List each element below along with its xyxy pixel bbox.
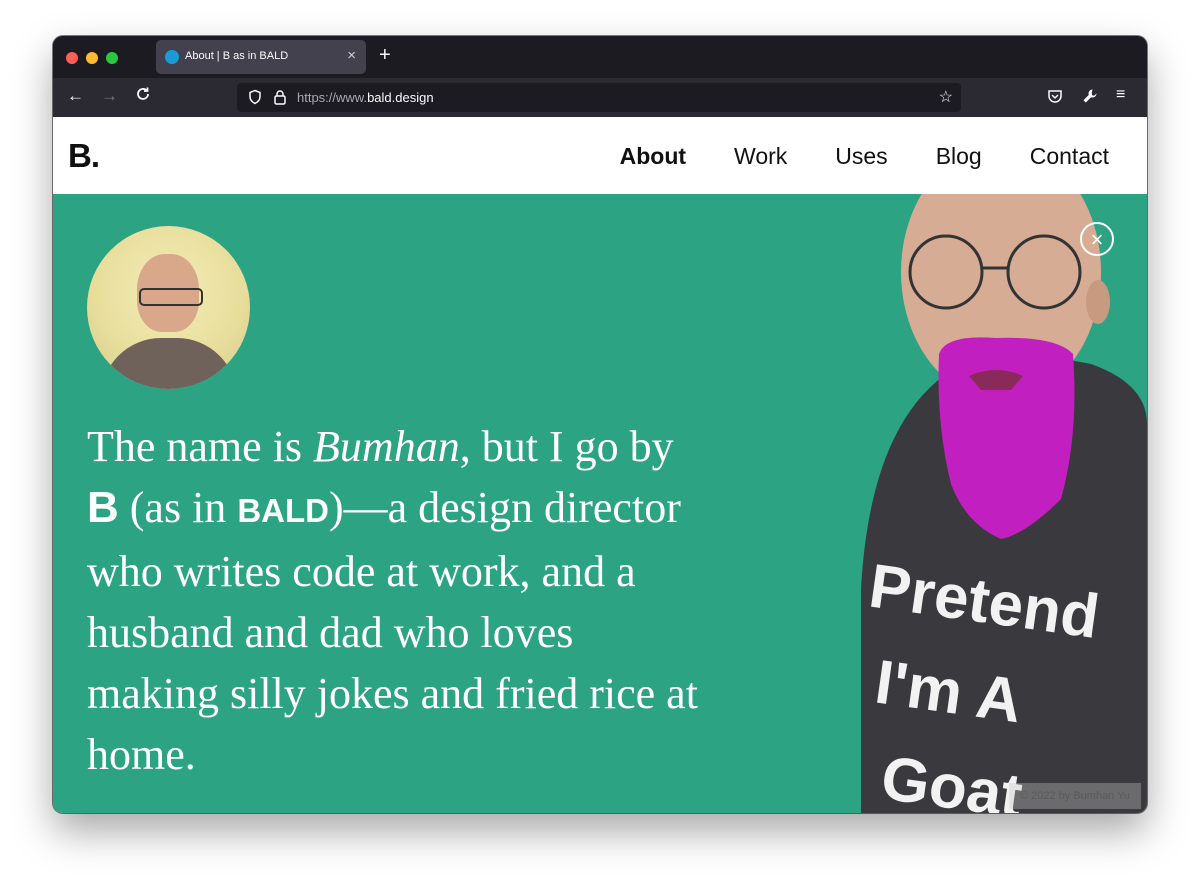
browser-tab[interactable]: About | B as in BALD ×: [156, 40, 366, 74]
site-logo[interactable]: B.: [68, 137, 100, 175]
nav-item-contact[interactable]: Contact: [1030, 143, 1109, 170]
close-icon[interactable]: ×: [1080, 222, 1114, 256]
tab-strip: About | B as in BALD × +: [53, 36, 1147, 78]
hero-section: The name is Bumhan, but I go by B (as in…: [53, 194, 1147, 813]
forward-icon[interactable]: →: [101, 86, 118, 106]
wrench-icon[interactable]: [1082, 88, 1098, 107]
window-minimize-button[interactable]: [86, 52, 98, 64]
nav-item-blog[interactable]: Blog: [936, 143, 982, 170]
nav-item-about[interactable]: About: [620, 143, 686, 170]
nav-item-uses[interactable]: Uses: [835, 143, 887, 170]
close-icon[interactable]: ×: [347, 47, 356, 64]
site-header: B. About Work Uses Blog Contact: [53, 117, 1147, 195]
pocket-icon[interactable]: [1047, 88, 1063, 107]
bookmark-star-icon[interactable]: ☆: [939, 87, 953, 107]
site-nav: About Work Uses Blog Contact: [572, 143, 1109, 170]
menu-icon[interactable]: ≡: [1116, 86, 1125, 104]
shield-icon[interactable]: [247, 89, 263, 108]
window-close-button[interactable]: [66, 52, 78, 64]
portrait-photo: Pretend I'm A Goat: [861, 194, 1147, 813]
avatar: [87, 226, 250, 389]
window-zoom-button[interactable]: [106, 52, 118, 64]
browser-window: About | B as in BALD × + ← → https://www…: [53, 36, 1147, 813]
address-bar[interactable]: https://www.bald.design ☆: [237, 83, 961, 112]
browser-toolbar: ← → https://www.bald.design ☆ ≡: [53, 78, 1147, 117]
back-icon[interactable]: ←: [67, 86, 84, 106]
photo-credit: © 2022 by Bumhan Yu: [1009, 783, 1141, 809]
tab-title: About | B as in BALD: [185, 50, 289, 62]
web-page: B. About Work Uses Blog Contact The name…: [53, 117, 1147, 813]
url-text: https://www.bald.design: [297, 90, 434, 105]
intro-text: The name is Bumhan, but I go by B (as in…: [87, 422, 698, 779]
nav-item-work[interactable]: Work: [734, 143, 787, 170]
plus-icon[interactable]: +: [379, 44, 391, 67]
lock-icon[interactable]: [273, 89, 287, 108]
favicon-icon: [165, 50, 179, 64]
reload-icon[interactable]: [135, 86, 151, 107]
